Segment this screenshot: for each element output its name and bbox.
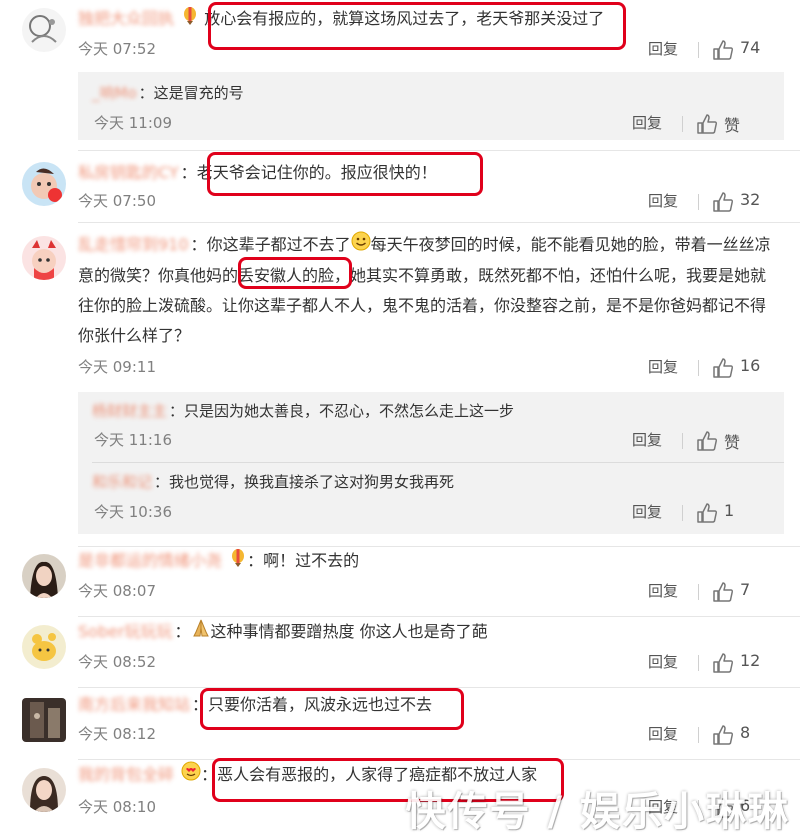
- reply-time: 今天 11:16: [94, 431, 172, 449]
- reply-button[interactable]: 回复: [648, 190, 678, 211]
- reply-button[interactable]: 回复: [648, 38, 678, 59]
- like-label: 赞: [724, 116, 741, 135]
- watermark: 快传号 / 娱乐小琳琳: [405, 789, 790, 835]
- balloon-badge-icon: [229, 547, 247, 577]
- like-label: 赞: [724, 433, 741, 452]
- comment-time: 今天 08:52: [78, 653, 156, 671]
- commenter-name[interactable]: 私房钥匙的CY: [78, 163, 179, 182]
- commenter-name[interactable]: 独把大众回执: [78, 9, 174, 28]
- reply-time: 今天 11:09: [94, 114, 172, 132]
- comment-item: 乱走惜帘到910 ：你这辈子都过不去了 每天午夜梦回的时候，能不能看见她的脸，带着一…: [0, 222, 800, 548]
- like-button[interactable]: 赞: [682, 429, 764, 453]
- comment-time: 今天 08:12: [78, 725, 156, 743]
- like-button[interactable]: 32: [698, 190, 780, 214]
- like-button[interactable]: 8: [698, 723, 780, 747]
- reply-button[interactable]: 回复: [632, 429, 662, 450]
- comment-item: 私房钥匙的CY ：老天爷会记住你的。报应很快的！ 今天 07:50 回复 32: [0, 150, 800, 224]
- reply-time: 今天 10:36: [94, 503, 172, 521]
- avatar[interactable]: [22, 554, 66, 598]
- comment-time: 今天 09:11: [78, 358, 156, 376]
- like-count: 74: [740, 38, 761, 57]
- like-count: 7: [740, 580, 751, 599]
- commenter-name[interactable]: Sober玩玩玩: [78, 622, 173, 641]
- thumbs-up-icon: [713, 582, 733, 602]
- reply-button[interactable]: 回复: [648, 356, 678, 377]
- commenter-name[interactable]: 南方后来我知站: [78, 695, 190, 714]
- comment-list: 独把大众回执 放心会有报应的，就算这场风过去了，老天爷那关没过了 今天 07:5…: [0, 0, 800, 839]
- comment-time: 今天 07:50: [78, 192, 156, 210]
- thumbs-up-icon: [713, 40, 733, 60]
- reply-text: 这是冒充的号: [153, 84, 244, 102]
- balloon-badge-icon: [181, 5, 199, 35]
- thumbs-up-icon: [697, 114, 717, 134]
- like-button[interactable]: 12: [698, 651, 780, 675]
- thumbs-up-icon: [697, 431, 717, 451]
- comment-item: 独把大众回执 放心会有报应的，就算这场风过去了，老天爷那关没过了 今天 07:5…: [0, 0, 800, 160]
- commenter-name[interactable]: 我的背包全碎: [78, 765, 174, 784]
- commenter-name[interactable]: 是非都运的情绪小尧: [78, 551, 222, 570]
- comment-text: 老天爷会记住你的。报应很快的！: [196, 163, 437, 182]
- like-button[interactable]: 74: [698, 38, 780, 62]
- comment-time: 今天 07:52: [78, 40, 156, 58]
- reply-text: 只是因为她太善良，不忍心，不然怎么走上这一步: [184, 402, 515, 420]
- heart-face-emoji-icon: [181, 761, 201, 791]
- reply-button[interactable]: 回复: [648, 723, 678, 744]
- like-button[interactable]: 7: [698, 580, 780, 604]
- avatar[interactable]: [22, 768, 66, 812]
- like-count: 16: [740, 356, 761, 375]
- reply-text: 我也觉得，换我直接杀了这对狗男女我再死: [169, 473, 455, 491]
- like-count: 8: [740, 723, 751, 742]
- avatar[interactable]: [22, 625, 66, 669]
- avatar[interactable]: [22, 236, 66, 280]
- comment-text-part1: 你这辈子都过不去了: [206, 235, 351, 254]
- commenter-name[interactable]: 和乐和记: [92, 473, 152, 491]
- like-button[interactable]: 赞: [682, 112, 764, 136]
- avatar[interactable]: [22, 698, 66, 742]
- comment-text: 这种事情都要蹭热度 你这人也是奇了葩: [210, 622, 488, 641]
- comment-text: 放心会有报应的，就算这场风过去了，老天爷那关没过了: [204, 9, 605, 28]
- comment-item: Sober玩玩玩：这种事情都要蹭热度 你这人也是奇了葩 今天 08:52 回复 …: [0, 617, 800, 689]
- thumbs-up-icon: [713, 725, 733, 745]
- comment-time: 今天 08:10: [78, 798, 156, 816]
- like-button[interactable]: 16: [698, 356, 780, 380]
- avatar[interactable]: [22, 162, 66, 206]
- reply-button[interactable]: 回复: [632, 501, 662, 522]
- comment-item: 是非都运的情绪小尧 ：啊！过不去的 今天 08:07 回复 7: [0, 546, 800, 618]
- reply-button[interactable]: 回复: [648, 651, 678, 672]
- avatar[interactable]: [22, 8, 66, 52]
- comment-text: 只要你活着，风波永远也过不去: [208, 695, 433, 714]
- grin-emoji-icon: [351, 231, 371, 261]
- thumbs-up-icon: [713, 653, 733, 673]
- commenter-name[interactable]: _响Mo: [92, 84, 137, 102]
- reply-button[interactable]: 回复: [648, 580, 678, 601]
- like-count: 32: [740, 190, 761, 209]
- like-count: 1: [724, 501, 735, 520]
- comment-item: 南方后来我知站 ：只要你活着，风波永远也过不去 今天 08:12 回复 8: [0, 688, 800, 760]
- thumbs-up-icon: [697, 503, 717, 523]
- like-count: 12: [740, 651, 761, 670]
- comment-time: 今天 08:07: [78, 582, 156, 600]
- thumbs-up-icon: [713, 192, 733, 212]
- comment-text: 啊！过不去的: [263, 551, 360, 570]
- reply-box: _响Mo ：这是冒充的号 今天 11:09 回复 赞: [78, 72, 784, 140]
- reply-box: 杨财财主主 ：只是因为她太善良，不忍心，不然怎么走上这一步 今天 11:16 回复…: [78, 392, 784, 534]
- thumbs-up-icon: [713, 358, 733, 378]
- praying-hands-icon: [191, 618, 211, 648]
- reply-button[interactable]: 回复: [632, 112, 662, 133]
- commenter-name[interactable]: 乱走惜帘到910: [78, 235, 189, 254]
- commenter-name[interactable]: 杨财财主主: [92, 402, 167, 420]
- like-button[interactable]: 1: [682, 501, 764, 525]
